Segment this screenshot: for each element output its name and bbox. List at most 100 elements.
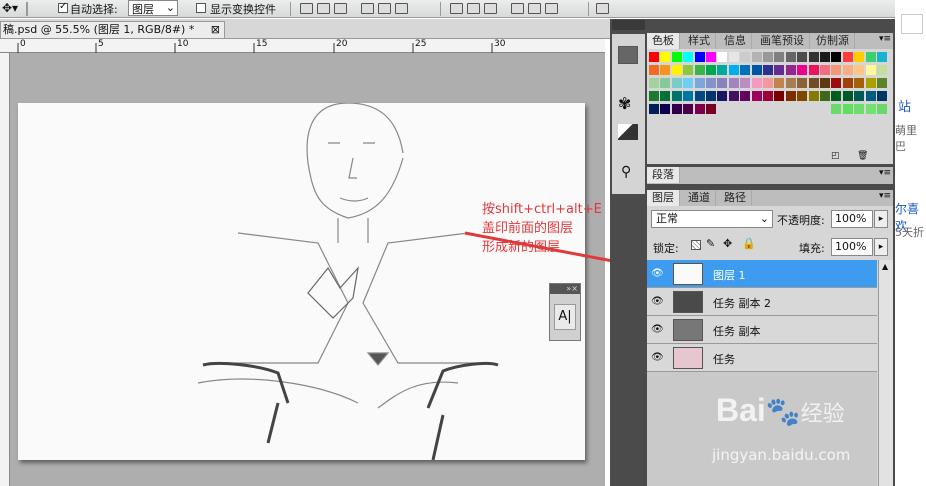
swatch[interactable] — [660, 91, 671, 101]
distribute-top-icon[interactable] — [450, 3, 463, 14]
swatch[interactable] — [751, 78, 762, 88]
swatch[interactable] — [671, 52, 682, 62]
swatch[interactable] — [683, 78, 694, 88]
distribute-vcenter-icon[interactable] — [467, 3, 480, 14]
swatch[interactable] — [865, 52, 876, 62]
swatch[interactable] — [728, 65, 739, 75]
swatch[interactable] — [854, 52, 865, 62]
swatch[interactable] — [842, 91, 853, 101]
distribute-bottom-icon[interactable] — [484, 3, 497, 14]
swatch[interactable] — [820, 65, 830, 75]
opacity-input[interactable]: 100% — [831, 210, 873, 228]
swatch[interactable] — [649, 78, 659, 88]
layer-row-1[interactable]: 👁 图层 1 — [647, 260, 877, 288]
align-left-icon[interactable] — [361, 3, 374, 14]
lock-position-icon[interactable]: ✥ — [723, 237, 732, 250]
swatch[interactable] — [694, 104, 705, 114]
swatch[interactable] — [854, 104, 865, 114]
close-icon[interactable] — [901, 14, 923, 34]
layer-name[interactable]: 图层 1 — [713, 267, 746, 283]
swatch[interactable] — [740, 78, 751, 88]
lock-all-icon[interactable]: 🔒 — [742, 237, 756, 250]
swatch[interactable] — [831, 91, 842, 101]
tab-channels[interactable]: 通道 — [683, 190, 716, 206]
lock-transparency-icon[interactable] — [691, 240, 701, 250]
swatch[interactable] — [763, 52, 773, 62]
tab-info[interactable]: 信息 — [719, 33, 752, 49]
swatch[interactable] — [671, 78, 682, 88]
swatch[interactable] — [865, 104, 876, 114]
distribute-hcenter-icon[interactable] — [528, 3, 541, 14]
auto-select-checkbox[interactable]: ✓ — [58, 1, 68, 13]
swatch[interactable] — [694, 78, 705, 88]
tab-swatches[interactable]: 色板 — [647, 33, 680, 49]
swatch[interactable] — [808, 91, 819, 101]
swatch[interactable] — [671, 91, 682, 101]
histogram-icon[interactable] — [618, 124, 638, 140]
tab-paths[interactable]: 路径 — [719, 190, 752, 206]
swatch[interactable] — [831, 52, 842, 62]
navigator-icon[interactable] — [618, 46, 638, 64]
swatch[interactable] — [649, 52, 659, 62]
swatch[interactable] — [774, 52, 785, 62]
brush-icon[interactable]: ✾ — [618, 94, 631, 113]
move-tool-icon[interactable]: ✥▾ — [2, 1, 18, 15]
swatch[interactable] — [717, 65, 728, 75]
blend-mode-dropdown[interactable]: 正常 ⌄ — [651, 210, 773, 228]
delete-swatch-icon[interactable]: 🗑 — [857, 151, 868, 161]
swatch[interactable] — [717, 78, 728, 88]
swatch[interactable] — [831, 104, 842, 114]
align-vcenter-icon[interactable] — [317, 3, 330, 14]
tab-clone-source[interactable]: 仿制源 — [811, 33, 855, 49]
swatch[interactable] — [877, 91, 887, 101]
swatch[interactable] — [763, 65, 773, 75]
swatch[interactable] — [831, 65, 842, 75]
swatch[interactable] — [831, 78, 842, 88]
swatch[interactable] — [751, 91, 762, 101]
link-snippet[interactable]: 站 — [898, 96, 911, 115]
swatch[interactable] — [740, 91, 751, 101]
swatch[interactable] — [808, 78, 819, 88]
layers-scrollbar[interactable]: ▲ — [878, 260, 893, 486]
tab-paragraph[interactable]: 段落 — [647, 167, 680, 183]
swatch[interactable] — [671, 104, 682, 114]
swatch[interactable] — [763, 78, 773, 88]
swatch[interactable] — [842, 78, 853, 88]
swatch[interactable] — [774, 91, 785, 101]
visibility-eye-icon[interactable]: 👁 — [651, 324, 667, 336]
layer-name[interactable]: 任务 副本 — [713, 323, 761, 339]
swatch[interactable] — [854, 65, 865, 75]
align-right-icon[interactable] — [395, 3, 408, 14]
layer-name[interactable]: 任务 副本 2 — [713, 295, 771, 311]
swatch[interactable] — [649, 91, 659, 101]
fill-arrow-icon[interactable]: ▸ — [874, 238, 888, 256]
layer-name[interactable]: 任务 — [713, 351, 735, 367]
swatch[interactable] — [694, 91, 705, 101]
swatch[interactable] — [785, 65, 796, 75]
swatch[interactable] — [717, 91, 728, 101]
swatch[interactable] — [854, 91, 865, 101]
close-icon[interactable]: ⊠ — [211, 22, 220, 37]
swatch[interactable] — [785, 52, 796, 62]
distribute-right-icon[interactable] — [545, 3, 558, 14]
swatch[interactable] — [763, 91, 773, 101]
visibility-eye-icon[interactable]: 👁 — [651, 352, 667, 364]
panel-menu-icon[interactable]: ▾≡ — [879, 168, 891, 178]
swatch[interactable] — [660, 104, 671, 114]
swatch[interactable] — [797, 65, 808, 75]
swatch[interactable] — [660, 78, 671, 88]
align-hcenter-icon[interactable] — [378, 3, 391, 14]
swatch[interactable] — [649, 65, 659, 75]
swatch[interactable] — [660, 65, 671, 75]
swatch[interactable] — [728, 78, 739, 88]
layer-row-2[interactable]: 👁 任务 副本 2 — [647, 288, 877, 316]
swatch[interactable] — [717, 52, 728, 62]
swatch[interactable] — [797, 91, 808, 101]
layer-row-3[interactable]: 👁 任务 副本 — [647, 316, 877, 344]
swatch[interactable] — [865, 65, 876, 75]
auto-align-icon[interactable] — [596, 3, 609, 14]
swatch[interactable] — [706, 65, 716, 75]
auto-select-dropdown[interactable]: 图层 ⌄ — [128, 0, 178, 16]
swatch[interactable] — [683, 104, 694, 114]
swatch[interactable] — [706, 78, 716, 88]
